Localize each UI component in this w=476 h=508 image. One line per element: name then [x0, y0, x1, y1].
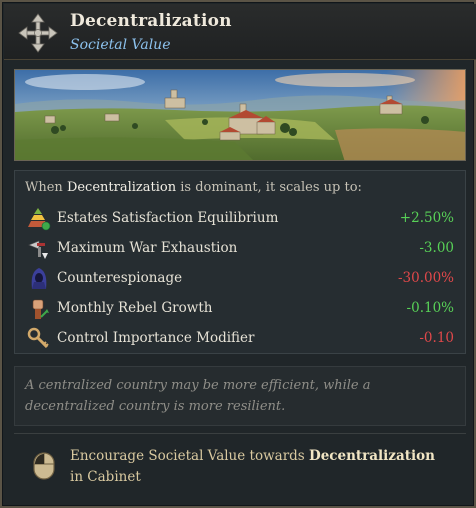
encourage-action[interactable]: Encourage Societal Value towards Decentr…	[70, 446, 450, 488]
effects-panel: When Decentralization is dominant, it sc…	[14, 170, 466, 354]
effect-row: Monthly Rebel Growth -0.10%	[15, 293, 465, 323]
action-suffix: in Cabinet	[70, 469, 141, 485]
effect-value: -0.10%	[406, 300, 454, 316]
rebel-fist-icon	[32, 299, 49, 319]
effect-row: Control Importance Modifier -0.10	[15, 323, 465, 353]
effect-value: +2.50%	[399, 210, 454, 226]
effect-value: -0.10	[419, 330, 454, 346]
tooltip-panel: Decentralization Societal Value When Dec…	[0, 0, 476, 508]
war-exhaustion-icon	[28, 240, 48, 259]
effects-intro: When Decentralization is dominant, it sc…	[25, 180, 362, 195]
tooltip-header: Decentralization Societal Value	[4, 4, 476, 60]
effect-label: Control Importance Modifier	[57, 330, 255, 346]
page-title: Decentralization	[70, 11, 232, 31]
intro-suffix: is dominant, it scales up to:	[176, 180, 362, 195]
effect-row: Estates Satisfaction Equilibrium +2.50%	[15, 203, 465, 233]
estates-pyramid-icon	[28, 208, 51, 231]
arrows-cross-icon	[18, 13, 58, 53]
effect-row: Maximum War Exhaustion -3.00	[15, 233, 465, 263]
action-highlight: Decentralization	[309, 448, 435, 464]
intro-prefix: When	[25, 180, 67, 195]
page-subtitle: Societal Value	[70, 37, 171, 53]
effect-value: -30.00%	[397, 270, 454, 286]
effect-row: Counterespionage -30.00%	[15, 263, 465, 293]
effect-label: Maximum War Exhaustion	[57, 240, 238, 256]
landscape-banner-image	[14, 69, 466, 161]
effect-label: Counterespionage	[57, 270, 183, 286]
effect-label: Estates Satisfaction Equilibrium	[57, 210, 279, 226]
value-description: A centralized country may be more effici…	[14, 366, 466, 426]
mouse-left-click-icon	[33, 452, 55, 480]
divider	[14, 433, 466, 434]
effect-label: Monthly Rebel Growth	[57, 300, 213, 316]
hooded-spy-icon	[31, 268, 47, 289]
action-prefix: Encourage Societal Value towards	[70, 448, 310, 464]
effect-value: -3.00	[419, 240, 454, 256]
intro-highlight: Decentralization	[66, 180, 177, 195]
control-key-icon	[27, 327, 49, 349]
